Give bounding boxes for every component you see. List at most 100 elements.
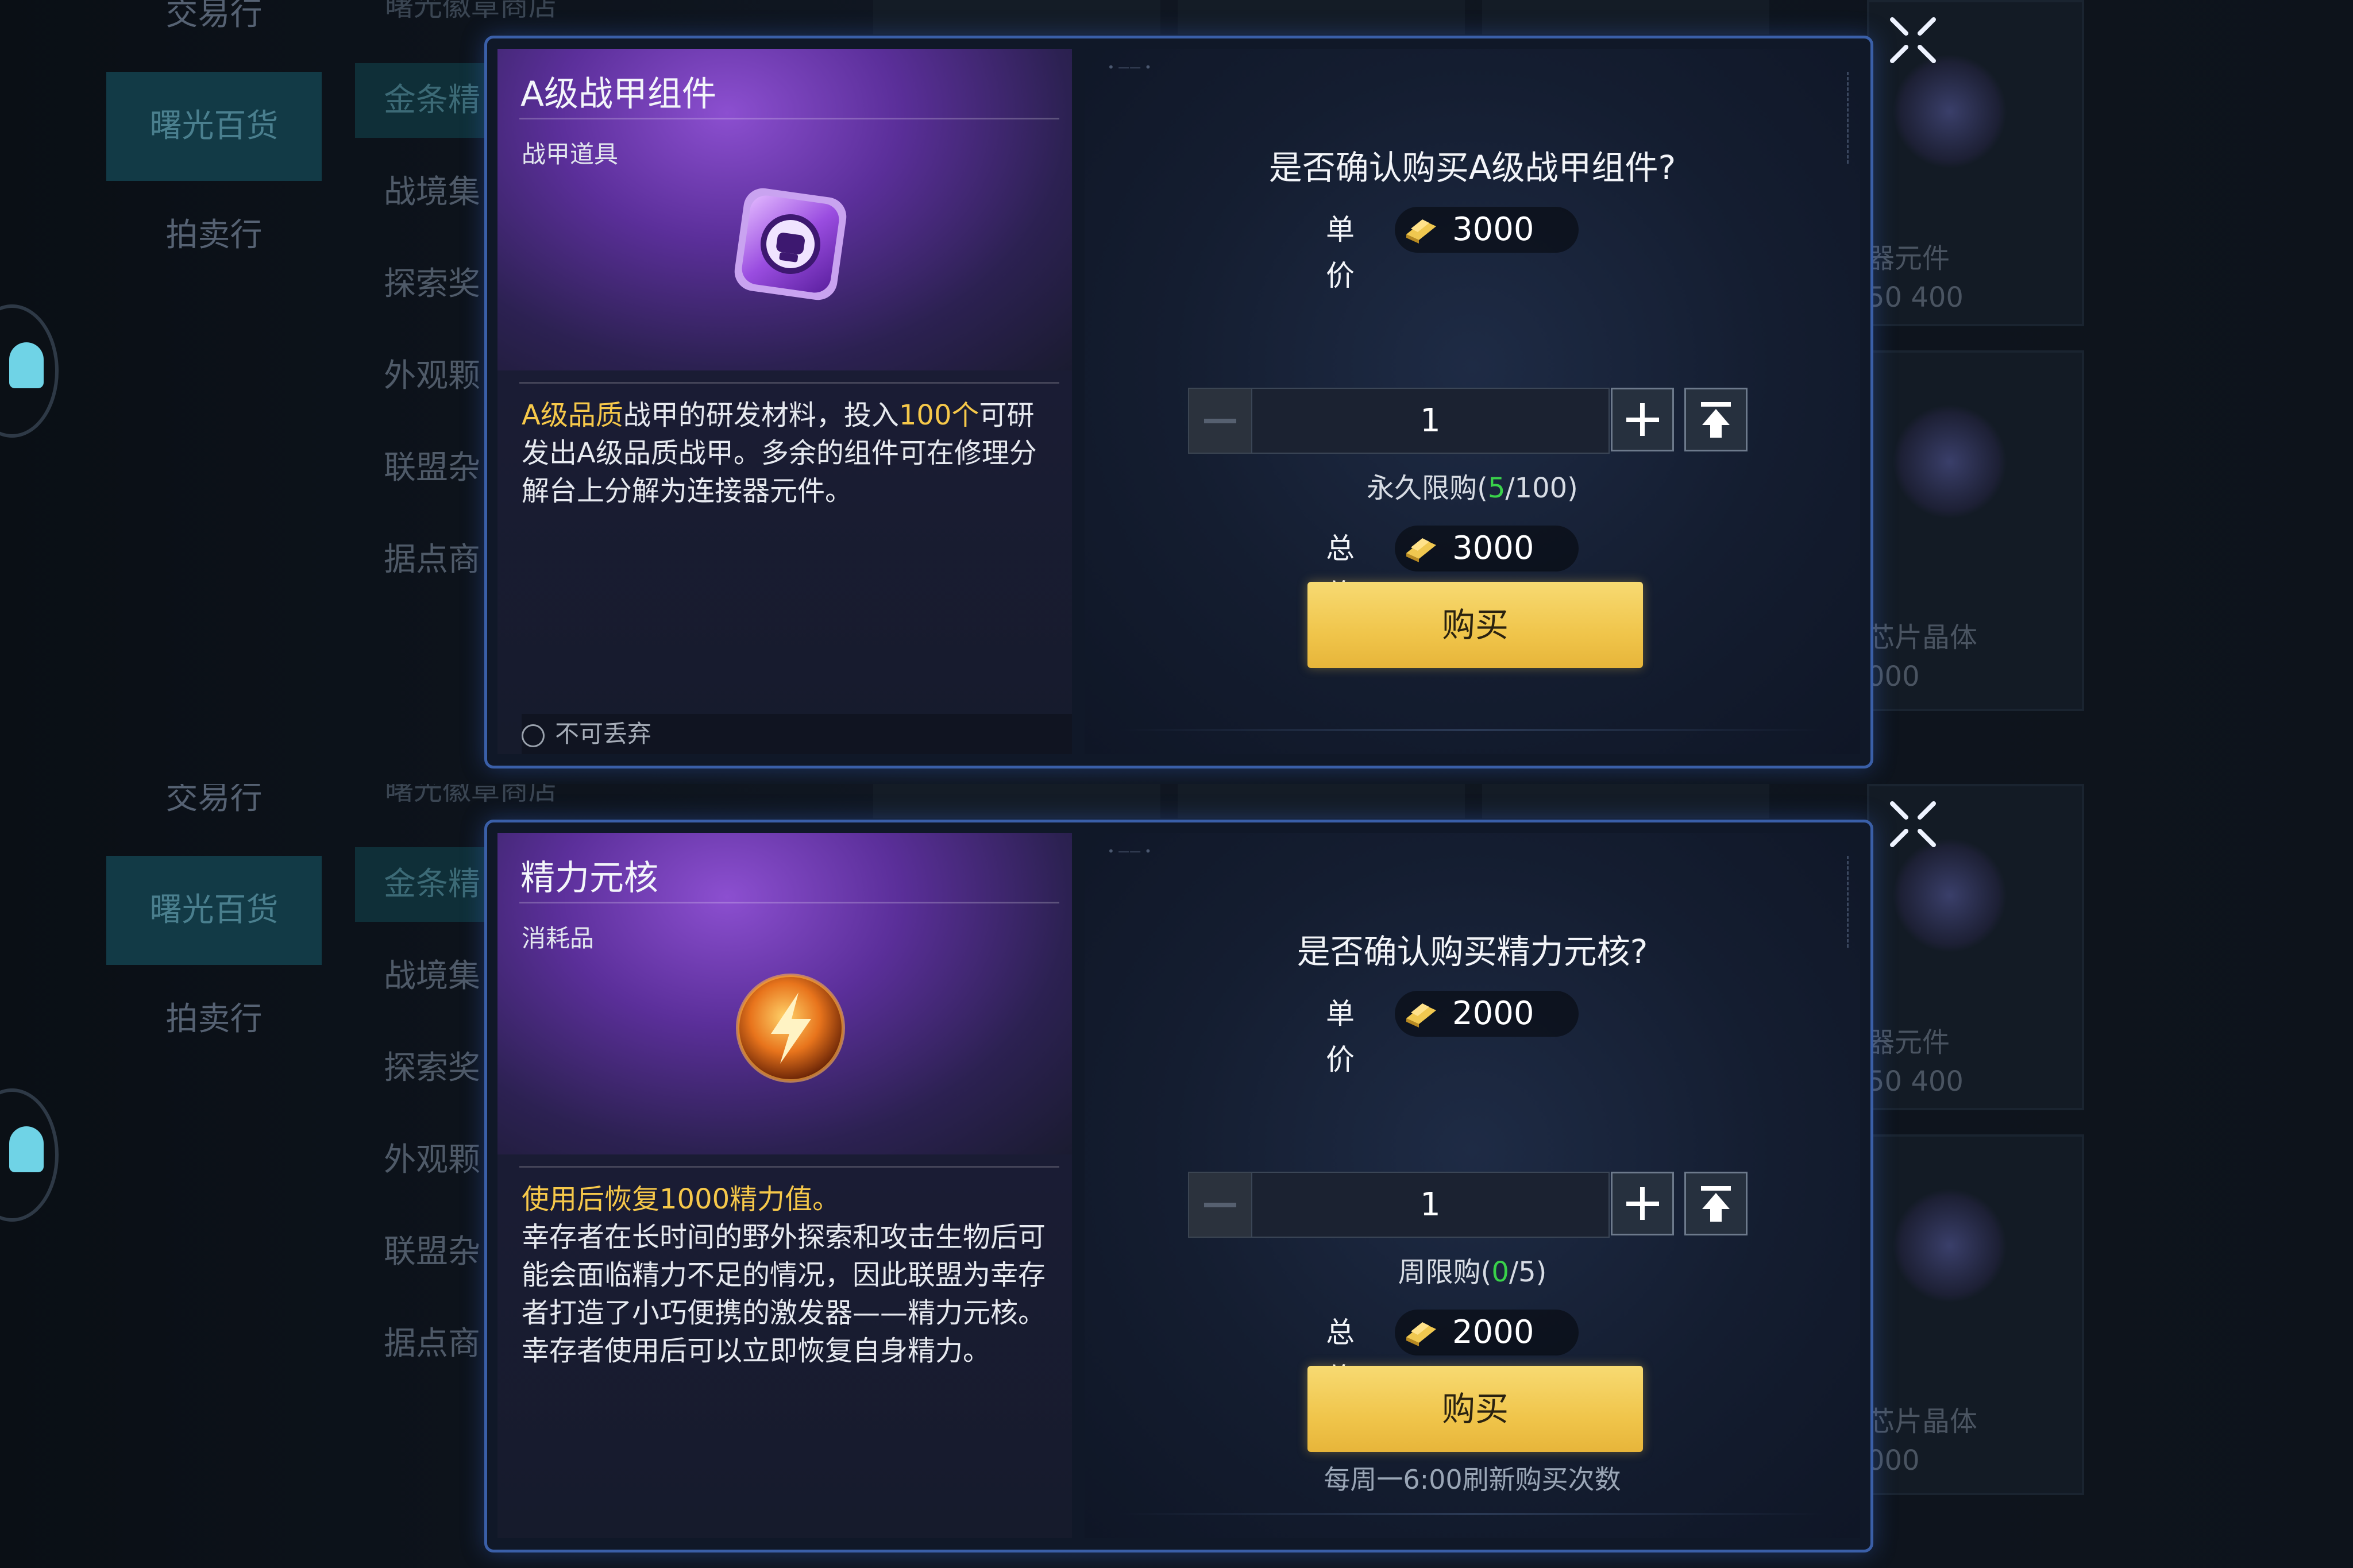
quantity-input[interactable]: 1	[1251, 1172, 1610, 1238]
limit-prefix: 永久限购(	[1367, 472, 1488, 504]
divider	[519, 1166, 1059, 1168]
purchase-dialog: A级战甲组件 战甲道具 A级品质战甲的研发材料，投入100个可研发出A级品质战甲…	[484, 36, 1873, 768]
nav-item-trade[interactable]: 交易行	[106, 0, 322, 40]
category-tab-alliance[interactable]: 联盟杂	[355, 431, 487, 505]
item-type: 战甲道具	[522, 140, 619, 168]
background-top-cards	[873, 784, 1850, 818]
no-drop-label: 不可丢弃	[555, 720, 652, 748]
screenshot-bottom: 交易行 曙光百货 拍卖行 曙光徽章商店 金条精 战境集 探索奖 外观颗 联盟杂 …	[0, 784, 2353, 1568]
armor-component-icon	[727, 181, 854, 307]
background-card-text: 50 400	[1867, 281, 1964, 314]
decoration	[1119, 1513, 1826, 1515]
unit-price-label: 单价	[1326, 997, 1355, 1076]
unit-price-value: 2000	[1452, 995, 1534, 1032]
category-tab-appearance[interactable]: 外观颗	[355, 1123, 487, 1198]
plus-icon	[1626, 403, 1659, 436]
gold-bar-icon	[1406, 219, 1436, 244]
quantity-stepper: 1	[1188, 1172, 1762, 1238]
background-item-card[interactable]	[1867, 350, 2084, 711]
avatar[interactable]	[0, 304, 59, 438]
gold-bar-icon	[1406, 1322, 1436, 1346]
description-highlight: 使用后恢复1000精力值。	[522, 1183, 840, 1215]
nav-item-auction[interactable]: 拍卖行	[106, 991, 322, 1048]
background-card-text: 芯片晶体	[1867, 1405, 1978, 1438]
purchase-panel: • —— • 是否确认购买精力元核? 单价 2000 1 周限购(0/5) 总 …	[1085, 833, 1860, 1538]
dino-avatar-icon	[9, 1126, 44, 1172]
background-card-text: 000	[1867, 1445, 1920, 1477]
screenshot-top: 交易行 曙光百货 拍卖行 曙光徽章商店 金条精 战境集 探索奖 外观颗 联盟杂 …	[0, 0, 2353, 784]
category-tab-gold[interactable]: 金条精	[355, 847, 487, 922]
close-icon	[1890, 17, 1936, 63]
buy-button[interactable]: 购买	[1307, 582, 1643, 668]
item-info-panel: A级战甲组件 战甲道具 A级品质战甲的研发材料，投入100个可研发出A级品质战甲…	[497, 49, 1072, 754]
unit-price-value: 3000	[1452, 211, 1534, 248]
limit-used: 0	[1491, 1256, 1509, 1288]
item-title: 精力元核	[520, 858, 658, 898]
max-arrow-icon	[1701, 402, 1731, 438]
decoration: • —— •	[1108, 60, 1152, 74]
background-card-text: 器元件	[1867, 1026, 1950, 1059]
description-text: 幸存者在长时间的野外探索和攻击生物后可能会面临精力不足的情况，因此联盟为幸存者打…	[522, 1221, 1046, 1367]
item-description: A级品质战甲的研发材料，投入100个可研发出A级品质战甲。多余的组件可在修理分解…	[522, 396, 1050, 510]
increase-button[interactable]	[1611, 1172, 1674, 1235]
dino-avatar-icon	[9, 342, 44, 388]
category-tab-battle[interactable]: 战境集	[355, 155, 487, 230]
chip-crystal-icon	[1892, 404, 2007, 519]
increase-button[interactable]	[1611, 388, 1674, 451]
total-price-pill: 3000	[1395, 526, 1579, 571]
quantity-input[interactable]: 1	[1251, 388, 1610, 454]
category-tab-alliance[interactable]: 联盟杂	[355, 1215, 487, 1289]
background-item-card[interactable]	[1867, 1134, 2084, 1495]
description-highlight: A级品质	[522, 399, 623, 431]
confirm-question: 是否确认购买A级战甲组件?	[1268, 148, 1676, 187]
purchase-limit: 永久限购(5/100)	[1085, 465, 1860, 505]
purchase-dialog: 精力元核 消耗品 使用后恢复1000精力值。 幸存者在长时间的野外探索和攻击生物后…	[484, 820, 1873, 1552]
description-text: 战甲的研发材料，投入	[623, 399, 899, 431]
no-drop-note: 不可丢弃	[522, 714, 1072, 754]
max-arrow-icon	[1701, 1186, 1731, 1222]
decoration: • —— •	[1108, 844, 1152, 858]
no-drop-icon	[522, 724, 545, 747]
item-description: 使用后恢复1000精力值。幸存者在长时间的野外探索和攻击生物后可能会面临精力不足…	[522, 1180, 1050, 1370]
decoration	[1119, 729, 1826, 731]
total-price-value: 3000	[1452, 530, 1534, 567]
item-title: A级战甲组件	[520, 74, 717, 114]
decrease-button[interactable]	[1188, 1172, 1252, 1238]
category-tab-explore[interactable]: 探索奖	[355, 1031, 487, 1106]
background-card-text: 芯片晶体	[1867, 621, 1978, 654]
nav-item-trade[interactable]: 交易行	[106, 784, 322, 824]
limit-prefix: 周限购(	[1398, 1256, 1492, 1288]
close-button[interactable]	[1884, 11, 1942, 69]
background-top-cards	[873, 0, 1850, 34]
refresh-note: 每周一6:00刷新购买次数	[1324, 1464, 1621, 1495]
max-button[interactable]	[1684, 1172, 1748, 1235]
max-button[interactable]	[1684, 388, 1748, 451]
category-tab-stronghold[interactable]: 据点商	[355, 1307, 487, 1381]
plus-icon	[1626, 1187, 1659, 1220]
confirm-question: 是否确认购买精力元核?	[1297, 932, 1648, 971]
energy-core-icon	[727, 965, 854, 1091]
purchase-panel: • —— • 是否确认购买A级战甲组件? 单价 3000 1 永久限购(5/10…	[1085, 49, 1860, 754]
limit-used: 5	[1487, 472, 1506, 504]
item-info-panel: 精力元核 消耗品 使用后恢复1000精力值。 幸存者在长时间的野外探索和攻击生物后…	[497, 833, 1072, 1538]
divider	[519, 118, 1059, 119]
unit-price-label: 单价	[1326, 213, 1355, 292]
decrease-button[interactable]	[1188, 388, 1252, 454]
avatar[interactable]	[0, 1088, 59, 1222]
close-button[interactable]	[1884, 795, 1942, 853]
category-tab-gold[interactable]: 金条精	[355, 63, 487, 138]
category-tab-battle[interactable]: 战境集	[355, 939, 487, 1014]
unit-price-pill: 3000	[1395, 207, 1579, 253]
nav-item-department-store[interactable]: 曙光百货	[106, 72, 322, 181]
buy-button[interactable]: 购买	[1307, 1366, 1643, 1452]
category-tab-appearance[interactable]: 外观颗	[355, 339, 487, 414]
nav-item-auction[interactable]: 拍卖行	[106, 207, 322, 264]
category-tab-stronghold[interactable]: 据点商	[355, 523, 487, 597]
divider	[519, 902, 1059, 903]
nav-item-department-store[interactable]: 曙光百货	[106, 856, 322, 965]
background-card-text: 50 400	[1867, 1065, 1964, 1098]
purchase-limit: 周限购(0/5)	[1085, 1249, 1860, 1289]
total-price-value: 2000	[1452, 1314, 1534, 1351]
item-thumbnail-icon	[1892, 838, 2007, 953]
category-tab-explore[interactable]: 探索奖	[355, 247, 487, 322]
